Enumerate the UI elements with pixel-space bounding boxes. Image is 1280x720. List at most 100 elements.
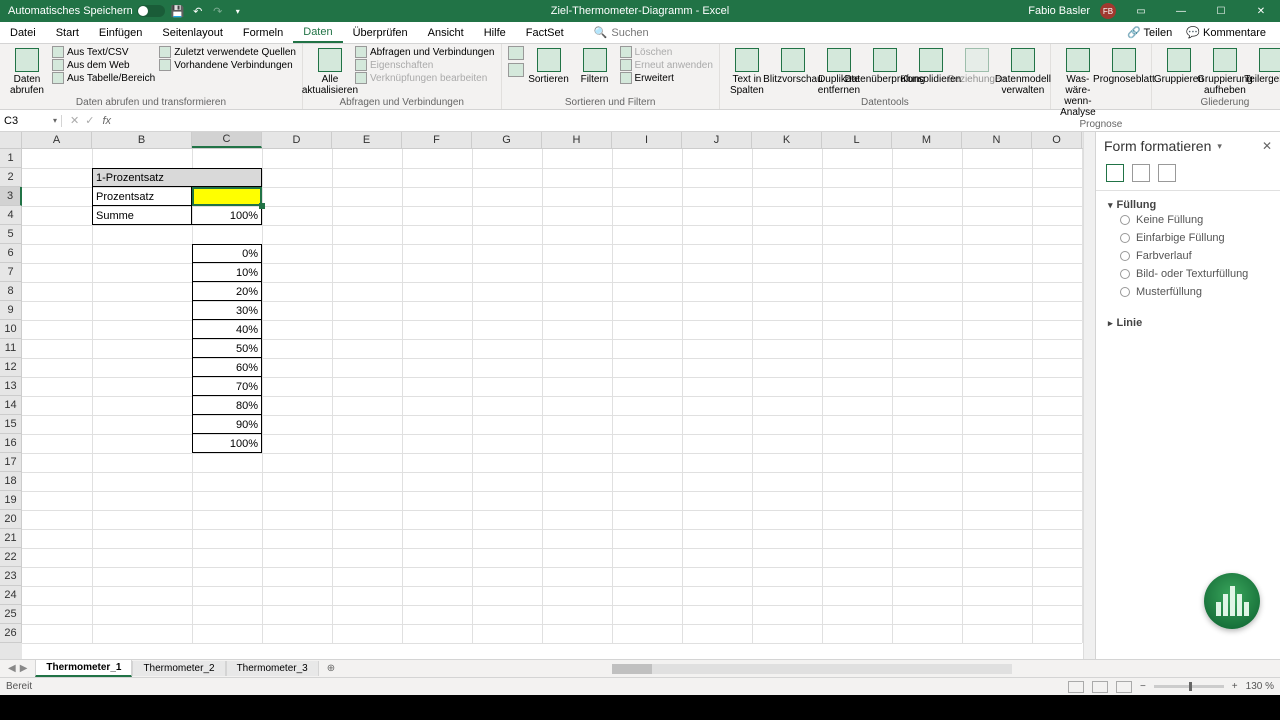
row-header-22[interactable]: 22 bbox=[0, 548, 22, 567]
fill-option-none[interactable]: Keine Füllung bbox=[1108, 211, 1268, 229]
cell-C14[interactable]: 80% bbox=[193, 396, 261, 415]
col-header-E[interactable]: E bbox=[332, 132, 402, 148]
row-header-7[interactable]: 7 bbox=[0, 263, 22, 282]
undo-icon[interactable]: ↶ bbox=[191, 4, 205, 18]
col-header-H[interactable]: H bbox=[542, 132, 612, 148]
fill-section-toggle[interactable]: ▾ Füllung bbox=[1108, 199, 1268, 211]
share-button[interactable]: 🔗 Teilen bbox=[1127, 26, 1172, 39]
ribbon-options-icon[interactable]: ▭ bbox=[1126, 0, 1156, 22]
cell-C10[interactable]: 40% bbox=[193, 320, 261, 339]
zoom-in-icon[interactable]: + bbox=[1232, 681, 1238, 692]
sortieren-button[interactable]: Sortieren bbox=[528, 46, 570, 85]
aus-text-csv[interactable]: Aus Text/CSV bbox=[52, 46, 155, 58]
row-header-20[interactable]: 20 bbox=[0, 510, 22, 529]
blitzvorschau-button[interactable]: Blitzvorschau bbox=[772, 46, 814, 85]
name-box[interactable]: C3 ▾ bbox=[0, 115, 62, 127]
user-avatar[interactable]: FB bbox=[1100, 3, 1116, 19]
select-all-corner[interactable] bbox=[0, 132, 22, 148]
row-header-4[interactable]: 4 bbox=[0, 206, 22, 225]
vertical-scrollbar[interactable] bbox=[1083, 132, 1095, 659]
row-header-14[interactable]: 14 bbox=[0, 396, 22, 415]
close-panel-icon[interactable]: ✕ bbox=[1262, 139, 1272, 153]
cell-C6[interactable]: 0% bbox=[193, 244, 261, 263]
col-header-I[interactable]: I bbox=[612, 132, 682, 148]
text-in-spalten-button[interactable]: Text in Spalten bbox=[726, 46, 768, 96]
filtern-button[interactable]: Filtern bbox=[574, 46, 616, 85]
effects-tab-icon[interactable] bbox=[1132, 164, 1150, 182]
horizontal-scrollbar[interactable] bbox=[343, 664, 1280, 674]
zuletzt-verwendete-quellen[interactable]: Zuletzt verwendete Quellen bbox=[159, 46, 296, 58]
cell-C16[interactable]: 100% bbox=[193, 434, 261, 453]
cell-B2[interactable]: 1-Prozentsatz bbox=[93, 168, 191, 187]
row-header-11[interactable]: 11 bbox=[0, 339, 22, 358]
row-header-18[interactable]: 18 bbox=[0, 472, 22, 491]
col-header-M[interactable]: M bbox=[892, 132, 962, 148]
cell-B4[interactable]: Summe bbox=[93, 206, 191, 225]
cell-C12[interactable]: 60% bbox=[193, 358, 261, 377]
row-header-3[interactable]: 3 bbox=[0, 187, 22, 206]
row-header-2[interactable]: 2 bbox=[0, 168, 22, 187]
zoom-out-icon[interactable]: − bbox=[1140, 681, 1146, 692]
comments-button[interactable]: 💬 Kommentare bbox=[1186, 26, 1266, 39]
panel-dropdown-icon[interactable]: ▾ bbox=[1217, 141, 1222, 152]
tab-start[interactable]: Start bbox=[46, 22, 89, 43]
gruppieren-button[interactable]: Gruppieren bbox=[1158, 46, 1200, 85]
col-header-B[interactable]: B bbox=[92, 132, 192, 148]
save-icon[interactable]: 💾 bbox=[171, 4, 185, 18]
row-header-10[interactable]: 10 bbox=[0, 320, 22, 339]
auto-save-toggle[interactable]: Automatisches Speichern bbox=[8, 5, 165, 17]
fill-option-solid[interactable]: Einfarbige Füllung bbox=[1108, 229, 1268, 247]
fx-icon[interactable]: fx bbox=[102, 115, 117, 127]
row-header-8[interactable]: 8 bbox=[0, 282, 22, 301]
col-header-A[interactable]: A bbox=[22, 132, 92, 148]
row-header-25[interactable]: 25 bbox=[0, 605, 22, 624]
col-header-G[interactable]: G bbox=[472, 132, 542, 148]
sheet-tab-3[interactable]: Thermometer_3 bbox=[226, 661, 319, 676]
vorhandene-verbindungen[interactable]: Vorhandene Verbindungen bbox=[159, 59, 296, 71]
row-header-9[interactable]: 9 bbox=[0, 301, 22, 320]
row-header-16[interactable]: 16 bbox=[0, 434, 22, 453]
cell-C4[interactable]: 100% bbox=[193, 206, 261, 225]
line-section-toggle[interactable]: ▸ Linie bbox=[1108, 317, 1268, 329]
prognoseblatt-button[interactable]: Prognoseblatt bbox=[1103, 46, 1145, 85]
teilergebnis-button[interactable]: Teilergebnis bbox=[1250, 46, 1280, 85]
maximize-icon[interactable]: ☐ bbox=[1206, 0, 1236, 22]
fill-line-tab-icon[interactable] bbox=[1106, 164, 1124, 182]
col-header-C[interactable]: C bbox=[192, 132, 262, 148]
row-header-13[interactable]: 13 bbox=[0, 377, 22, 396]
col-header-K[interactable]: K bbox=[752, 132, 822, 148]
cell-B3[interactable]: Prozentsatz bbox=[93, 187, 191, 206]
tab-seitenlayout[interactable]: Seitenlayout bbox=[152, 22, 233, 43]
abfragen-verbindungen[interactable]: Abfragen und Verbindungen bbox=[355, 46, 495, 58]
search-box[interactable]: 🔍 Suchen bbox=[594, 26, 649, 39]
row-header-17[interactable]: 17 bbox=[0, 453, 22, 472]
zoom-slider[interactable] bbox=[1154, 685, 1224, 688]
add-sheet-icon[interactable]: ⊕ bbox=[319, 663, 343, 674]
aus-dem-web[interactable]: Aus dem Web bbox=[52, 59, 155, 71]
sheet-nav-next-icon[interactable]: ▶ bbox=[20, 663, 28, 674]
normal-view-icon[interactable] bbox=[1068, 681, 1084, 693]
daten-abrufen-button[interactable]: Daten abrufen bbox=[6, 46, 48, 96]
tab-datei[interactable]: Datei bbox=[0, 22, 46, 43]
cell-C8[interactable]: 20% bbox=[193, 282, 261, 301]
sheet-tab-2[interactable]: Thermometer_2 bbox=[132, 661, 225, 676]
duplikate-entfernen-button[interactable]: Duplikate entfernen bbox=[818, 46, 860, 96]
zoom-level[interactable]: 130 % bbox=[1246, 681, 1274, 692]
sort-asc-icon[interactable] bbox=[508, 46, 524, 60]
tab-ueberpruefen[interactable]: Überprüfen bbox=[343, 22, 418, 43]
fill-option-pattern[interactable]: Musterfüllung bbox=[1108, 283, 1268, 301]
row-header-6[interactable]: 6 bbox=[0, 244, 22, 263]
page-layout-view-icon[interactable] bbox=[1092, 681, 1108, 693]
tab-factset[interactable]: FactSet bbox=[516, 22, 574, 43]
row-header-23[interactable]: 23 bbox=[0, 567, 22, 586]
erweitert[interactable]: Erweitert bbox=[620, 72, 713, 84]
row-header-24[interactable]: 24 bbox=[0, 586, 22, 605]
size-tab-icon[interactable] bbox=[1158, 164, 1176, 182]
sheet-tab-1[interactable]: Thermometer_1 bbox=[35, 660, 132, 677]
cell-C9[interactable]: 30% bbox=[193, 301, 261, 320]
col-header-J[interactable]: J bbox=[682, 132, 752, 148]
alle-aktualisieren-button[interactable]: Alle aktualisieren bbox=[309, 46, 351, 96]
qat-dropdown-icon[interactable]: ▾ bbox=[231, 4, 245, 18]
cell-C7[interactable]: 10% bbox=[193, 263, 261, 282]
row-header-12[interactable]: 12 bbox=[0, 358, 22, 377]
